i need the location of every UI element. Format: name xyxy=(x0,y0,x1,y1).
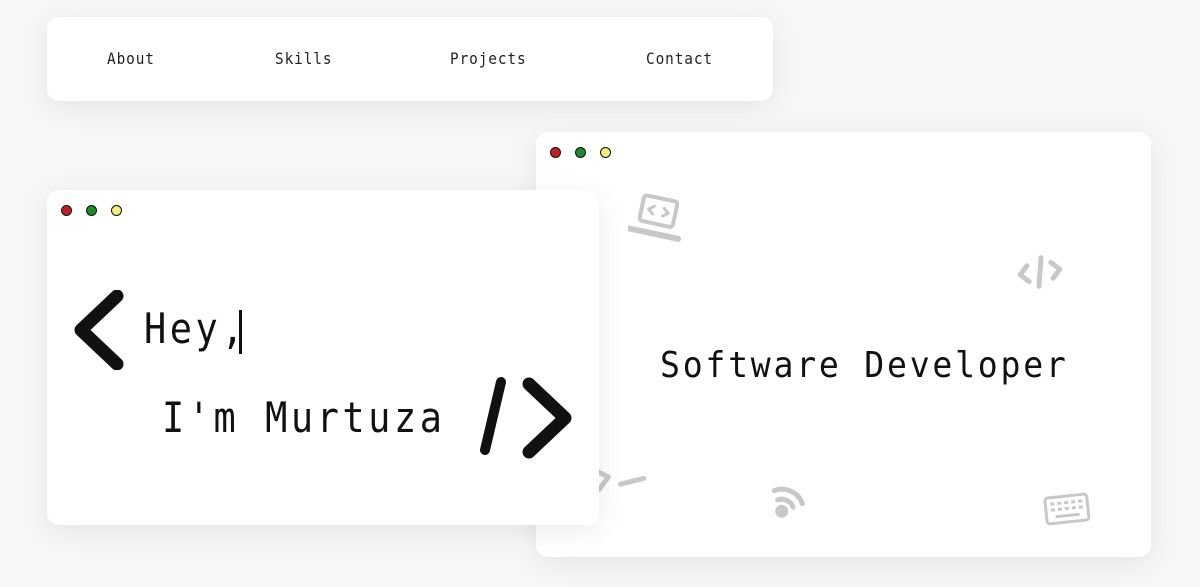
window-controls xyxy=(550,147,611,158)
maximize-dot[interactable] xyxy=(575,147,586,158)
greeting-text: Hey, xyxy=(144,304,248,353)
chevron-left-icon xyxy=(74,290,124,370)
nav-item-about[interactable]: About xyxy=(107,49,155,68)
role-window: Software Developer xyxy=(536,132,1151,557)
top-nav: About Skills Projects Contact xyxy=(47,17,773,101)
nav-item-skills[interactable]: Skills xyxy=(275,49,332,68)
nav-item-projects[interactable]: Projects xyxy=(450,49,527,68)
close-dot[interactable] xyxy=(550,147,561,158)
window-controls xyxy=(61,205,122,216)
nav-item-contact[interactable]: Contact xyxy=(646,49,713,68)
minimize-dot[interactable] xyxy=(111,205,122,216)
role-title: Software Developer xyxy=(660,345,1069,386)
typing-caret xyxy=(239,310,242,354)
minimize-dot[interactable] xyxy=(600,147,611,158)
slash-chevron-right-icon xyxy=(480,377,572,459)
maximize-dot[interactable] xyxy=(86,205,97,216)
terminal-icon xyxy=(591,467,647,493)
keyboard-icon xyxy=(1043,492,1091,526)
close-dot[interactable] xyxy=(61,205,72,216)
code-tag-icon xyxy=(1017,255,1063,289)
wifi-signal-icon xyxy=(771,486,805,518)
hero-name: I'm Murtuza xyxy=(162,393,446,442)
laptop-code-icon xyxy=(628,193,682,242)
intro-window: Hey, I'm Murtuza xyxy=(47,190,599,525)
